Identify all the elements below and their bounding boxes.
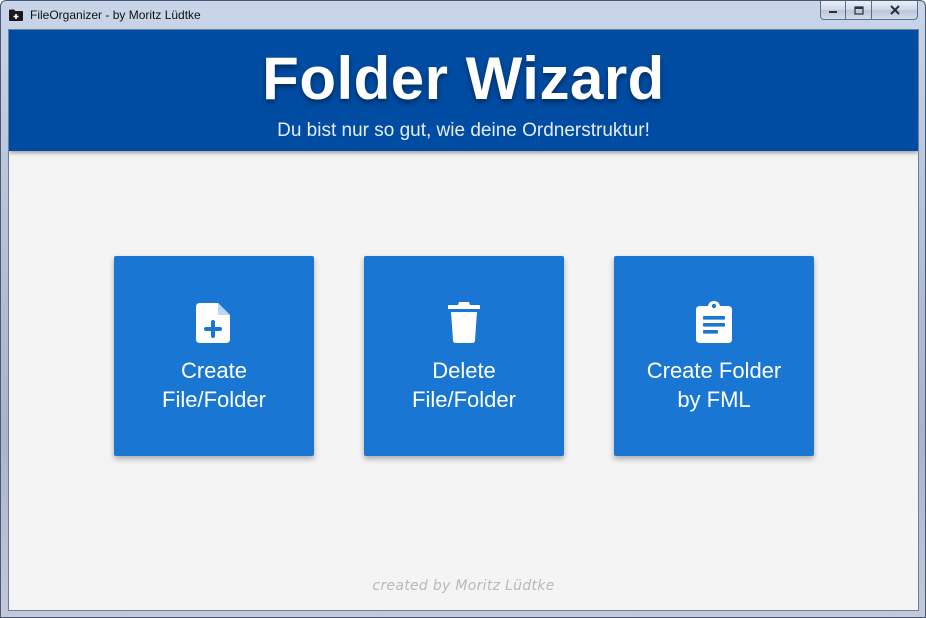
file-plus-icon	[196, 303, 230, 343]
folder-add-icon	[9, 9, 23, 21]
close-button[interactable]	[872, 1, 918, 20]
delete-file-folder-button[interactable]: Delete File/Folder	[364, 256, 564, 456]
tile-label: Delete File/Folder	[412, 358, 516, 412]
maximize-icon	[853, 5, 864, 15]
clipboard-list-icon	[696, 301, 732, 343]
footer-credit: created by Moritz Lüdtke	[372, 578, 555, 594]
minimize-button[interactable]	[820, 1, 846, 20]
trash-icon	[448, 302, 480, 343]
close-icon	[889, 5, 900, 15]
app-header: Folder Wizard Du bist nur so gut, wie de…	[9, 30, 918, 151]
create-folder-by-fml-button[interactable]: Create Folder by FML	[614, 256, 814, 456]
page-title: Folder Wizard	[262, 45, 665, 112]
page-subtitle: Du bist nur so gut, wie deine Ordnerstru…	[277, 120, 650, 141]
create-file-folder-button[interactable]: Create File/Folder	[114, 256, 314, 456]
title-bar[interactable]: FileOrganizer - by Moritz Lüdtke	[1, 1, 925, 29]
caption-buttons	[820, 1, 918, 21]
client-area: Folder Wizard Du bist nur so gut, wie de…	[8, 29, 919, 611]
maximize-button[interactable]	[846, 1, 872, 20]
window-title: FileOrganizer - by Moritz Lüdtke	[30, 8, 201, 22]
tile-label: Create File/Folder	[162, 358, 266, 412]
app-window: FileOrganizer - by Moritz Lüdtke Folder …	[0, 0, 926, 618]
minimize-icon	[829, 11, 837, 13]
tile-label: Create Folder by FML	[646, 358, 782, 412]
